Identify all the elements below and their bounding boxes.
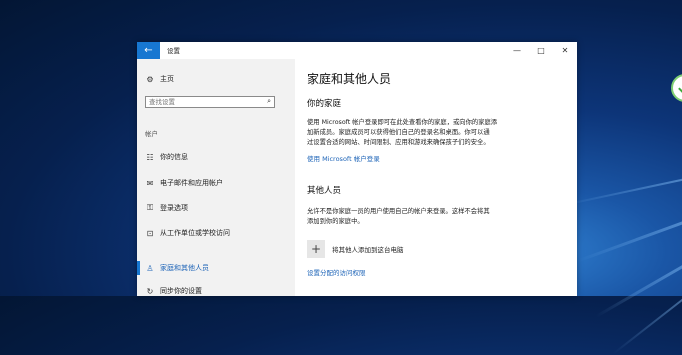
- family-heading: 你的家庭: [307, 99, 342, 109]
- sidebar-item-home[interactable]: ⚙ 主页: [145, 73, 174, 85]
- active-indicator: [137, 261, 140, 275]
- sign-in-microsoft-link[interactable]: 使用 Microsoft 帐户登录: [307, 153, 380, 163]
- back-arrow-icon: ←: [144, 45, 153, 56]
- family-text-line: 使用 Microsoft 帐户登录即可在此处查看你的家庭，或向你的家庭添: [307, 119, 498, 126]
- sidebar-item-email-accounts[interactable]: ✉ 电子邮件和应用帐户: [145, 177, 290, 189]
- page-title: 家庭和其他人员: [307, 72, 392, 86]
- add-other-user-label: 将其他人添加到这台电脑: [332, 246, 404, 254]
- sidebar: ⚙ 主页 ⌕ 帐户 ☷ 你的信息 ✉ 电子邮件和应用帐户 ⚿ 登录选项 ⊡ 从工…: [137, 59, 295, 296]
- floating-check-icon[interactable]: [671, 74, 682, 102]
- family-text-line: 过设置合适的网站、时间限制、应用和游戏来确保孩子们的安全。: [307, 139, 490, 146]
- main-content: 家庭和其他人员 你的家庭 使用 Microsoft 帐户登录即可在此处查看你的家…: [295, 59, 577, 296]
- gear-icon: ⚙: [146, 74, 154, 84]
- sync-icon: ↻: [146, 286, 154, 296]
- others-text-line: 允许不是你家庭一员的用户使用自己的帐户来登录。这样不会将其: [307, 208, 490, 215]
- sidebar-item-sync[interactable]: ↻ 同步你的设置: [145, 285, 290, 296]
- window-controls: — □ ✕: [505, 42, 577, 59]
- others-description: 允许不是你家庭一员的用户使用自己的帐户来登录。这样不会将其 添加到你的家庭中。: [307, 207, 537, 227]
- sidebar-item-label: 同步你的设置: [160, 287, 202, 295]
- sidebar-item-your-info[interactable]: ☷ 你的信息: [145, 151, 290, 163]
- sidebar-item-family[interactable]: ♙ 家庭和其他人员: [145, 262, 290, 274]
- maximize-button[interactable]: □: [529, 42, 553, 59]
- person-card-icon: ☷: [146, 152, 154, 162]
- close-button[interactable]: ✕: [553, 42, 577, 59]
- person-icon: ♙: [146, 263, 154, 273]
- sidebar-item-label: 家庭和其他人员: [160, 264, 209, 272]
- wallpaper-beam: [577, 215, 682, 263]
- mail-icon: ✉: [146, 178, 154, 188]
- window-title: 设置: [167, 47, 180, 55]
- settings-window: ← 设置 — □ ✕ ⚙ 主页 ⌕ 帐户 ☷ 你的信息 ✉ 电子邮件和应用帐户 …: [137, 42, 577, 296]
- minimize-button[interactable]: —: [505, 42, 529, 59]
- back-button[interactable]: ←: [137, 42, 160, 59]
- sidebar-item-sign-in-options[interactable]: ⚿ 登录选项: [145, 202, 290, 214]
- add-other-user-button[interactable]: + 将其他人添加到这台电脑: [307, 240, 404, 258]
- search-input[interactable]: [146, 97, 259, 107]
- family-text-line: 加新成员。家庭成员可以获得他们自己的登录名和桌面。你可以通: [307, 129, 490, 136]
- others-text-line: 添加到你的家庭中。: [307, 218, 364, 225]
- others-heading: 其他人员: [307, 186, 342, 196]
- title-bar: ← 设置 — □ ✕: [137, 42, 577, 59]
- search-icon[interactable]: ⌕: [267, 97, 271, 106]
- sidebar-item-label: 从工作单位或学校访问: [160, 229, 230, 237]
- briefcase-icon: ⊡: [146, 228, 154, 238]
- sidebar-item-label: 你的信息: [160, 153, 188, 161]
- sidebar-item-label: 登录选项: [160, 204, 188, 212]
- assigned-access-link[interactable]: 设置分配的访问权限: [307, 267, 366, 277]
- plus-icon: +: [307, 240, 325, 258]
- sidebar-item-label: 电子邮件和应用帐户: [160, 179, 223, 187]
- sidebar-item-label: 主页: [160, 75, 174, 83]
- section-label: 帐户: [145, 130, 158, 138]
- search-field[interactable]: ⌕: [145, 96, 275, 108]
- sidebar-item-work-school[interactable]: ⊡ 从工作单位或学校访问: [145, 227, 290, 239]
- wallpaper-beam: [562, 175, 682, 207]
- family-description: 使用 Microsoft 帐户登录即可在此处查看你的家庭，或向你的家庭添 加新成…: [307, 118, 537, 148]
- key-icon: ⚿: [146, 203, 154, 212]
